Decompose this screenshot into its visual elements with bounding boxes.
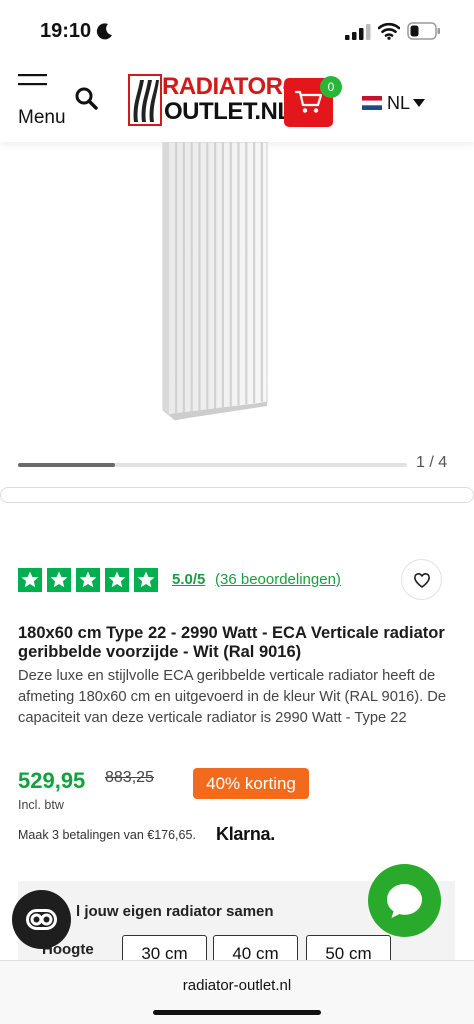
product-gallery[interactable]: 1 / 4 [0,142,474,472]
battery-icon [407,22,440,40]
rating-count-link[interactable]: (36 beoordelingen) [215,571,341,588]
gallery-progress-bar [18,463,407,467]
accessibility-toggle-icon [26,909,57,930]
home-indicator[interactable] [153,1010,321,1015]
site-logo[interactable]: RADIATOR- OUTLET.NL [128,74,292,126]
cart-count-badge: 0 [320,76,342,98]
accessibility-toggle-button[interactable] [12,890,71,949]
klarna-logo: Klarna. [216,824,275,844]
logo-text-top: RADIATOR- [162,73,290,100]
rating-row[interactable]: 5.0/5 (36 beoordelingen) [18,568,458,594]
discount-badge: 40% korting [193,768,309,799]
browser-address-bar[interactable]: radiator-outlet.nl [0,960,474,1024]
caret-down-icon [413,99,425,107]
star-icon [105,568,129,592]
star-icon [18,568,42,592]
vat-note: Incl. btw [18,798,64,812]
wishlist-button[interactable] [401,559,442,600]
wifi-icon [378,22,400,40]
cart-icon [295,90,323,113]
star-icon [134,568,158,592]
star-icon [47,568,71,592]
language-select[interactable]: NL [362,92,430,114]
hamburger-icon [18,74,47,86]
status-time: 19:10 [40,20,92,42]
star-icon [76,568,100,592]
product-description: Deze luxe en stijlvolle ECA geribbelde v… [18,668,447,726]
chat-bubble-icon [387,884,422,918]
heart-icon [414,573,430,588]
language-label: NL [387,93,411,113]
status-bar: 19:10 [0,0,474,62]
search-icon[interactable] [74,86,98,110]
menu-button[interactable]: Menu [18,70,78,128]
original-price: 883,25 [105,769,154,786]
product-title: 180x60 cm Type 22 - 2990 Watt - ECA Vert… [18,624,445,661]
gallery-progress-fill [18,463,116,467]
thumbnail-strip[interactable] [0,487,474,503]
product-price: 529,95 [18,768,86,793]
netherlands-flag-icon [362,96,382,110]
cellular-signal-icon [345,24,371,40]
rating-score[interactable]: 5.0/5 [172,571,205,588]
product-image[interactable] [155,142,275,424]
url-text[interactable]: radiator-outlet.nl [0,977,474,994]
radiator-logo-icon [128,74,162,126]
configurator-title: l jouw eigen radiator samen [76,903,274,920]
site-header: Menu RADIATOR- OUTLET.NL NL [0,62,474,142]
klarna-installments-text: Maak 3 betalingen van €176,65. [18,828,196,842]
menu-label: Menu [18,107,66,128]
logo-text-bottom: OUTLET.NL [164,98,292,125]
moon-icon [96,23,112,40]
gallery-counter: 1 / 4 [416,454,448,471]
chat-button[interactable] [368,864,441,937]
